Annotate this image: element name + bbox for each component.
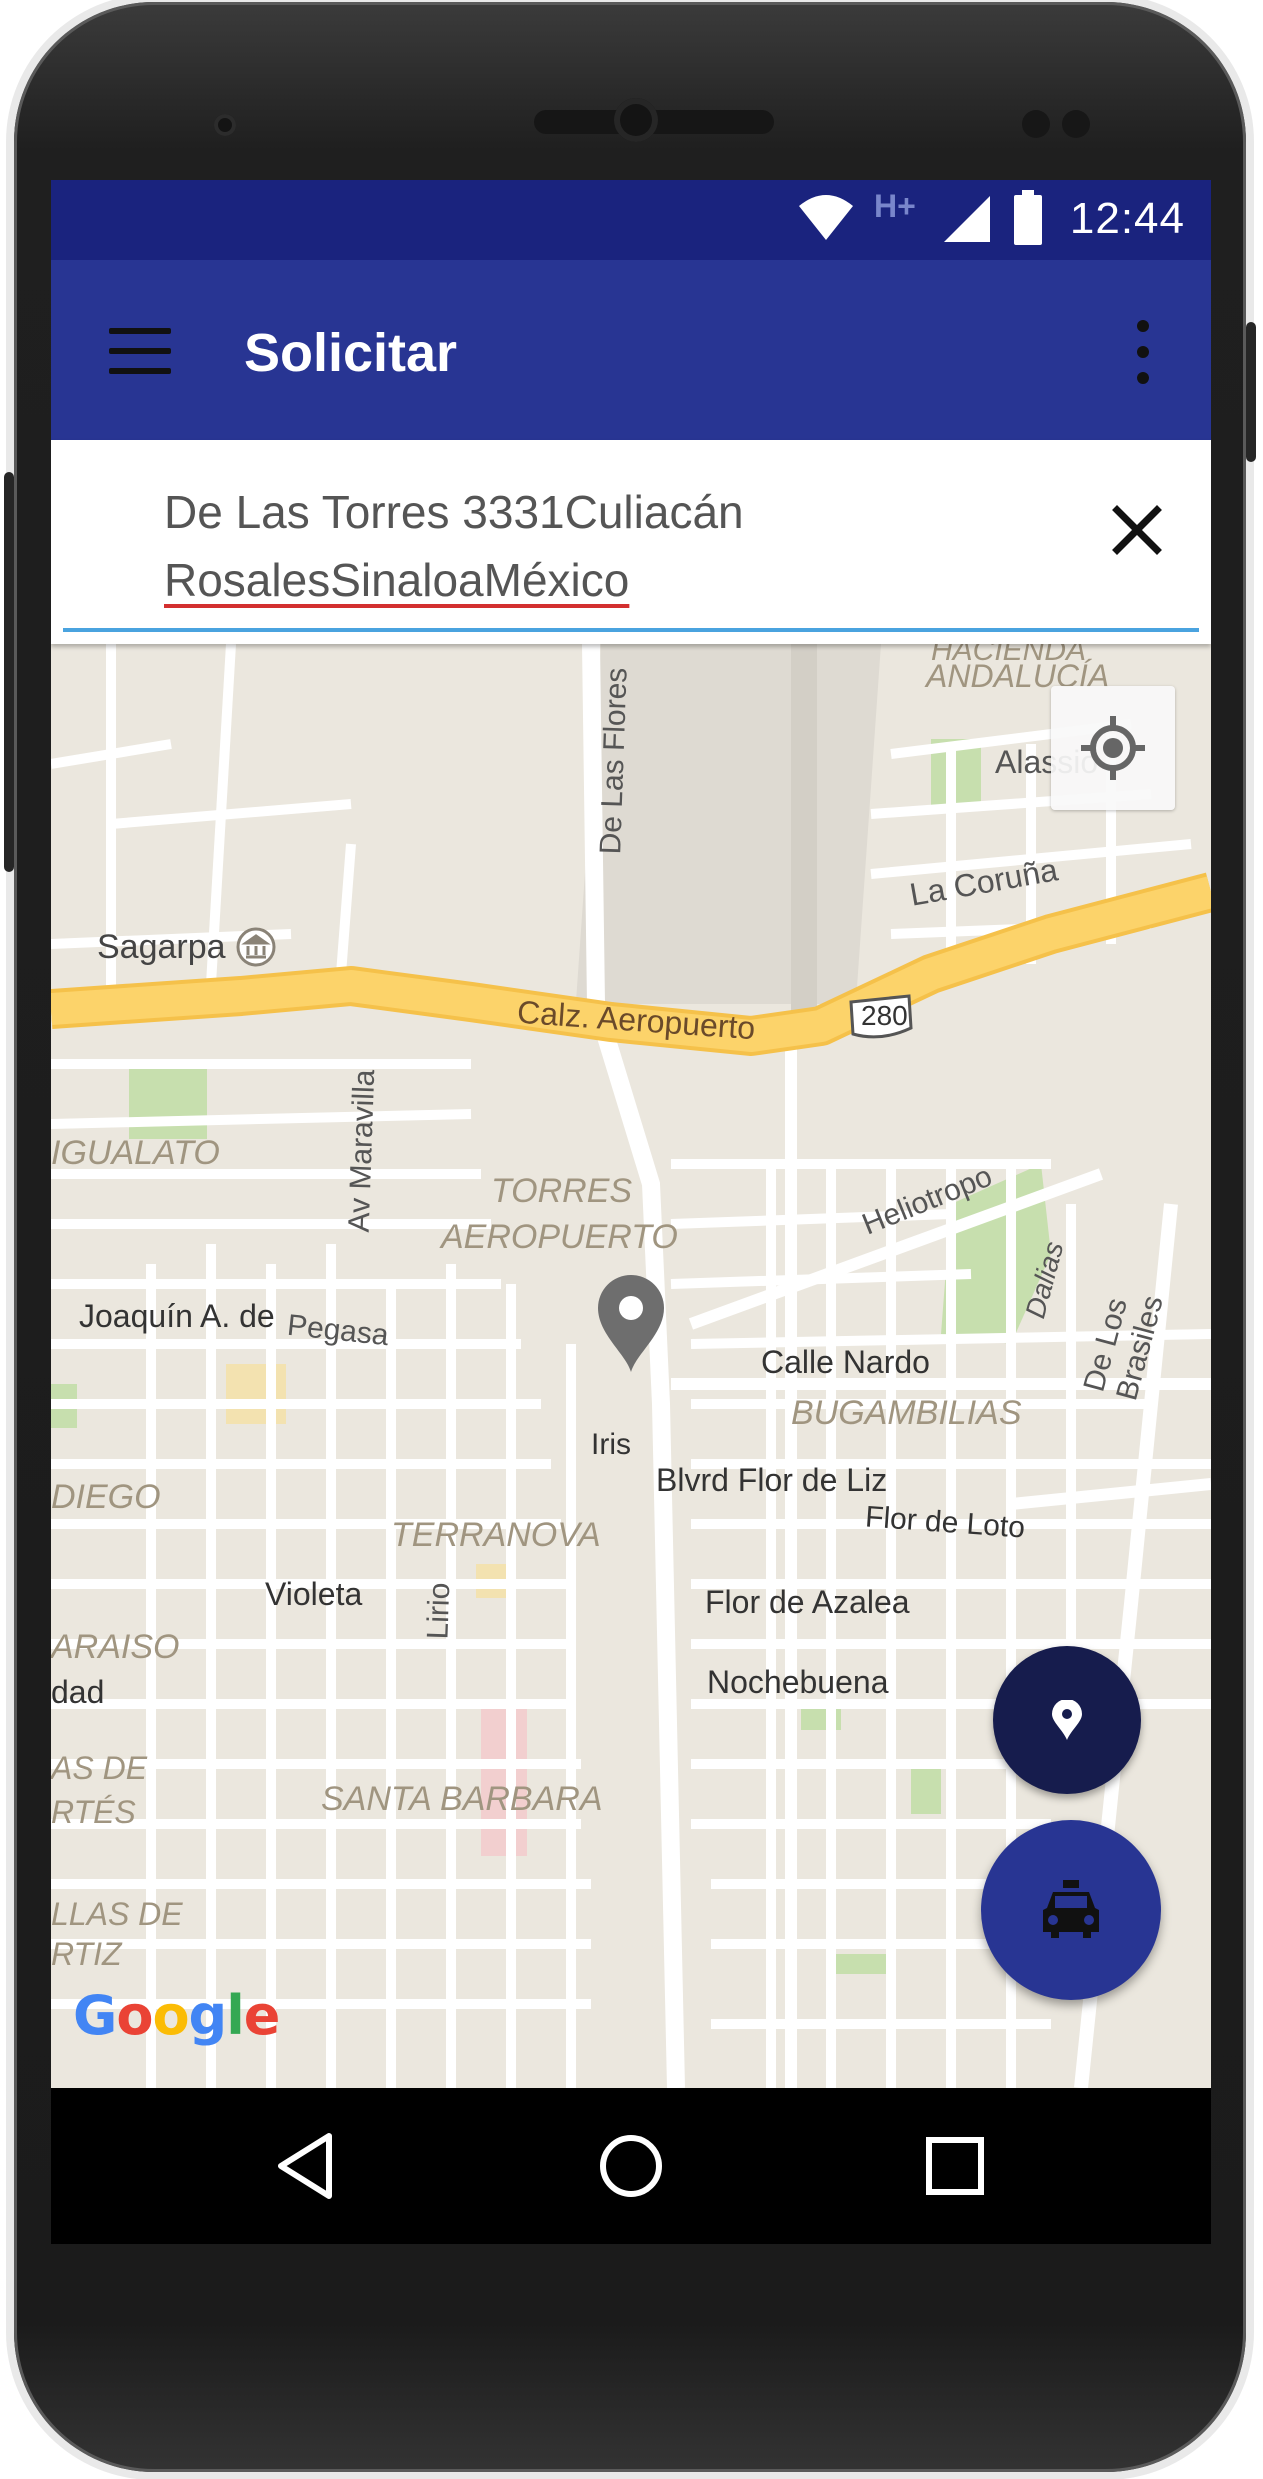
proximity-sensor [214, 114, 236, 136]
map-label: Flor de Azalea [705, 1584, 910, 1620]
map-pin-icon[interactable] [596, 1274, 666, 1374]
location-fab[interactable] [993, 1646, 1141, 1794]
map-label: RTIZ [51, 1936, 122, 1972]
map-label: Pegasa [285, 1308, 391, 1353]
map-label: Joaquín A. de [79, 1298, 275, 1334]
map-label: Sagarpa [97, 928, 226, 966]
volume-button [4, 472, 14, 872]
address-search-card: De Las Torres 3331Culiacán RosalesSinalo… [51, 440, 1211, 644]
map-label: TERRANOVA [391, 1516, 601, 1554]
input-underline [63, 628, 1199, 632]
status-bar: H+ 12:44 [51, 180, 1211, 260]
my-location-icon [1081, 716, 1145, 780]
map-label: Iris [591, 1428, 631, 1461]
map-label: BUGAMBILIAS [791, 1394, 1022, 1432]
address-line-2: RosalesSinaloaMéxico [164, 554, 630, 606]
status-time: 12:44 [1069, 194, 1185, 243]
signal-icon [944, 196, 990, 242]
request-taxi-fab[interactable] [981, 1820, 1161, 2000]
map-label: Violeta [265, 1576, 363, 1612]
map-label: ARAISO [51, 1628, 180, 1666]
address-line-1: De Las Torres 3331Culiacán [164, 486, 744, 538]
map-label: RTÉS [51, 1794, 136, 1830]
light-sensor [1022, 110, 1050, 138]
front-camera [614, 98, 658, 142]
map-label: AS DE [51, 1750, 148, 1786]
back-triangle-icon[interactable] [271, 2128, 347, 2204]
map-label: Calz. Aeropuerto [516, 993, 757, 1047]
system-nav-bar [51, 2088, 1211, 2244]
location-pin-icon [1052, 1700, 1082, 1740]
map-label: Av Maravilla [342, 1069, 382, 1233]
map-label: Blvrd Flor de Liz [656, 1462, 888, 1498]
map-label: DIEGO [51, 1478, 161, 1516]
google-attribution: Google [73, 1984, 280, 2047]
close-icon[interactable] [1107, 500, 1167, 560]
address-input[interactable]: De Las Torres 3331Culiacán RosalesSinalo… [164, 478, 924, 614]
home-circle-icon[interactable] [593, 2128, 669, 2204]
map-label: Dalias [1019, 1238, 1070, 1322]
wifi-icon [799, 195, 853, 240]
map-label: Lirio [421, 1582, 457, 1640]
network-type-icon: H+ [874, 188, 916, 224]
hamburger-menu-icon[interactable] [109, 328, 171, 376]
map-view[interactable]: HACIENDA ANDALUCÍA Alassio La Coruña De … [51, 634, 1211, 2088]
map-label: IGUALATO [51, 1134, 220, 1172]
more-vert-icon[interactable] [1135, 316, 1151, 388]
page-title: Solicitar [244, 323, 458, 383]
taxi-icon [1043, 1880, 1099, 1938]
google-logo: Google [73, 1984, 280, 2047]
map-label: Heliotropo [857, 1159, 997, 1242]
map-label: SANTA BARBARA [321, 1780, 603, 1818]
map-label: La Coruña [906, 851, 1061, 913]
power-button [1246, 322, 1256, 462]
map-label: De Los Brasiles [1077, 1292, 1170, 1404]
map-label: Nochebuena [707, 1664, 889, 1700]
recents-square-icon[interactable] [917, 2128, 993, 2204]
map-label: TORRES [491, 1172, 633, 1210]
map-label: AEROPUERTO [441, 1218, 678, 1256]
map-label: 280 [861, 1000, 908, 1031]
light-sensor-2 [1062, 110, 1090, 138]
map-label: dad [51, 1674, 105, 1710]
screen: H+ 12:44 Solicitar De Las Torres 3331Cul… [51, 180, 1211, 2244]
map-label: Flor de Loto [864, 1500, 1027, 1545]
my-location-button[interactable] [1051, 686, 1175, 810]
app-bar: Solicitar [51, 260, 1211, 440]
map-label: LLAS DE [51, 1896, 183, 1932]
map-label: De Las Flores [594, 667, 634, 855]
map-label: Calle Nardo [761, 1344, 930, 1380]
battery-icon [1014, 190, 1042, 245]
